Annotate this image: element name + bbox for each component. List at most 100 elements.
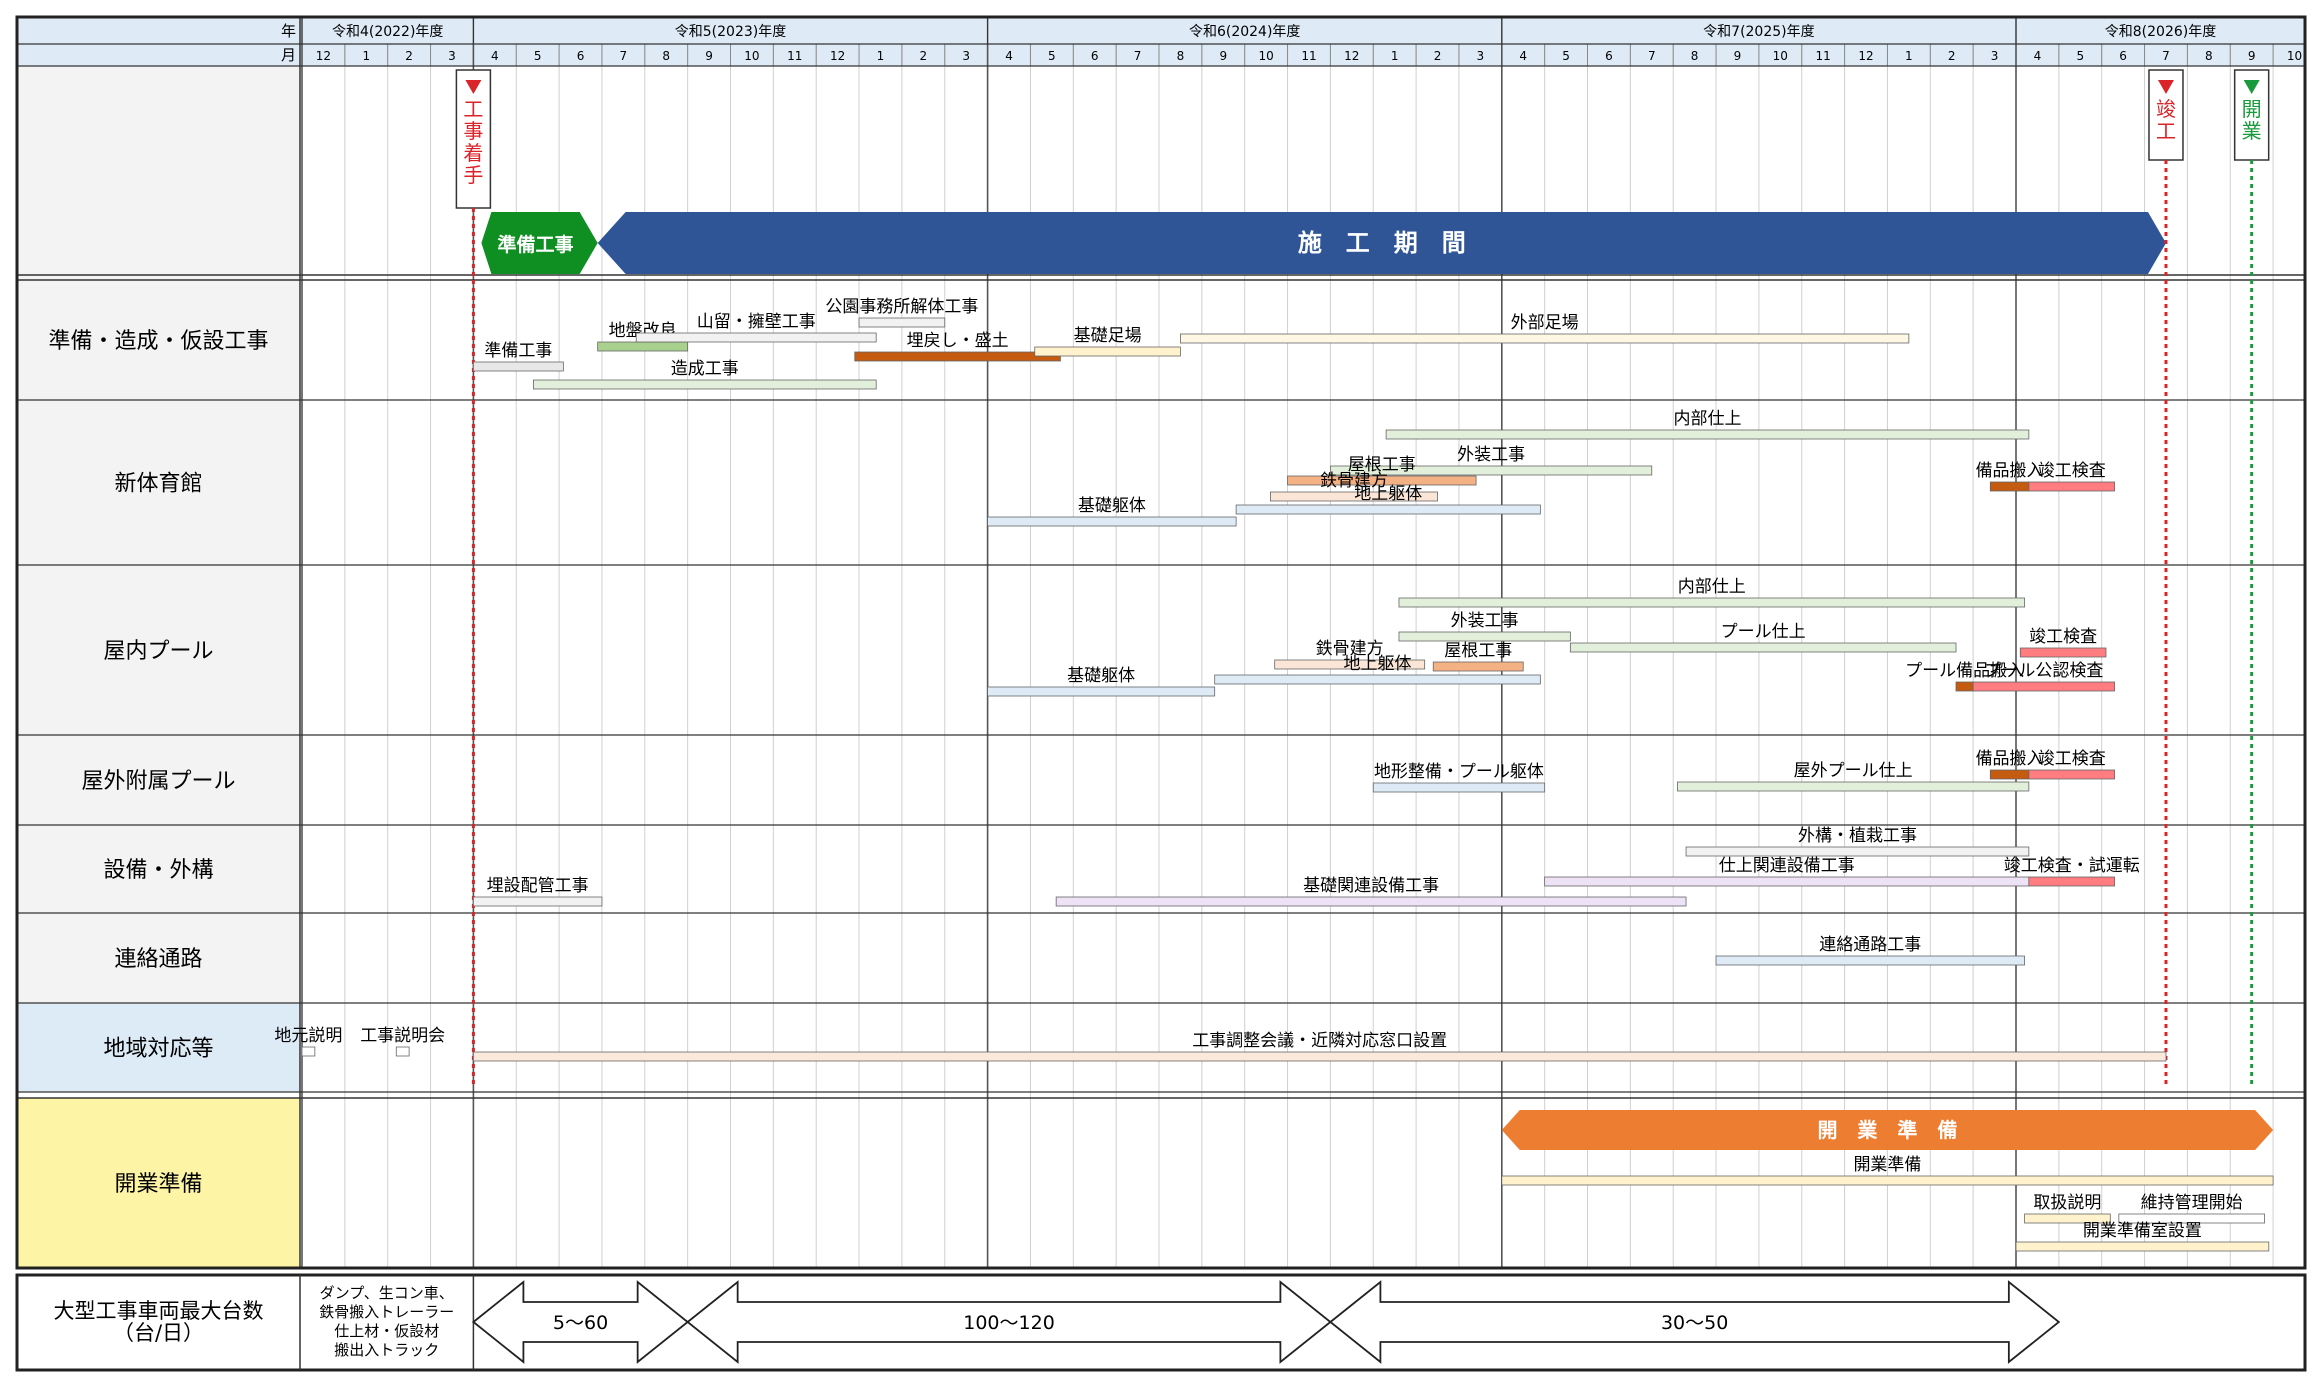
month-tick-label: 7 (1134, 49, 1142, 63)
task-bar (2028, 876, 2115, 887)
task-label: 地上躯体 (1354, 484, 1422, 504)
month-tick-label: 11 (1816, 49, 1831, 63)
month-tick-label: 11 (787, 49, 802, 63)
milestone-label-char: 竣 (2156, 97, 2176, 121)
month-tick-label: 11 (1301, 49, 1316, 63)
section-name: 地域対応等 (103, 1037, 213, 1062)
month-tick-label: 6 (577, 49, 585, 63)
month-tick-label: 6 (2119, 49, 2127, 63)
month-tick-label: 7 (620, 49, 628, 63)
task-label: 公園事務所解体工事 (825, 297, 978, 317)
task-bar (1385, 429, 2030, 440)
month-tick-label: 4 (2034, 49, 2042, 63)
month-tick-label: 2 (1948, 49, 1956, 63)
fiscal-year-label: 令和7(2025)年度 (1703, 24, 1814, 40)
task-bar (597, 341, 689, 352)
task-bar (635, 332, 877, 343)
task-bar (1214, 674, 1541, 685)
task-bar (1180, 333, 1910, 344)
section-name: 屋内プール (103, 639, 213, 664)
task-bar (1569, 642, 1957, 653)
task-label: 地上躯体 (1344, 654, 1412, 674)
task-label: 埋設配管工事 (487, 876, 589, 896)
task-bar (1034, 346, 1181, 357)
month-tick-label: 6 (1605, 49, 1613, 63)
task-bar (472, 896, 603, 907)
milestone-label-bg (17, 66, 300, 280)
task-bar (1677, 781, 2030, 792)
month-tick-label: 5 (2076, 49, 2084, 63)
task-bar (532, 379, 877, 390)
month-tick-label: 4 (1519, 49, 1527, 63)
task-label: プール公認検査 (1984, 661, 2103, 681)
task-label: 備品搬入 (1976, 461, 2044, 481)
vehicle-desc: ダンプ、生コン車、 (320, 1284, 454, 1302)
task-label: 埋戻し・盛土 (907, 331, 1009, 351)
month-label: 月 (281, 46, 296, 64)
task-bar (987, 516, 1237, 527)
month-tick-label: 8 (662, 49, 670, 63)
task-bar (854, 351, 1061, 362)
milestone-label-char: 工 (463, 97, 483, 121)
section-name: 新体育館 (114, 472, 202, 497)
month-tick-label: 1 (362, 49, 370, 63)
task-label: 準備工事 (484, 341, 552, 361)
month-tick-label: 7 (2162, 49, 2170, 63)
task-label: プール仕上 (1721, 622, 1806, 642)
task-bar (1685, 846, 2030, 857)
month-tick-label: 12 (830, 49, 845, 63)
vehicle-range-label: 5～60 (553, 1312, 608, 1334)
month-tick-label: 10 (1773, 49, 1788, 63)
opening-section-name: 開業準備 (114, 1172, 202, 1197)
task-label: 竣工検査・試運転 (2004, 856, 2140, 876)
task-label: 山留・擁壁工事 (697, 312, 816, 332)
fiscal-year-label: 令和4(2022)年度 (332, 24, 443, 40)
month-tick-label: 5 (534, 49, 542, 63)
month-tick-label: 8 (1691, 49, 1699, 63)
section-name: 準備・造成・仮設工事 (48, 329, 268, 354)
task-label: 基礎足場 (1074, 326, 1142, 346)
vehicle-range-label: 30～50 (1661, 1312, 1728, 1334)
task-label: 造成工事 (671, 359, 739, 379)
task-label: 外構・植栽工事 (1798, 826, 1917, 846)
section-name: 屋外附属プール (81, 769, 235, 794)
milestone-label-char: 開 (2242, 97, 2262, 121)
fiscal-year-label: 令和6(2024)年度 (1189, 24, 1300, 40)
month-tick-label: 9 (1734, 49, 1742, 63)
vehicle-desc: 仕上材・仮設材 (334, 1322, 439, 1340)
milestone-label-char: 手 (463, 163, 483, 187)
task-label: 外装工事 (1451, 611, 1519, 631)
task-label: 基礎躯体 (1067, 666, 1135, 686)
month-tick-label: 5 (1562, 49, 1570, 63)
month-tick-label: 4 (1005, 49, 1013, 63)
fiscal-year-label: 令和5(2023)年度 (675, 24, 786, 40)
month-tick-label: 3 (448, 49, 456, 63)
task-label: 基礎躯体 (1078, 496, 1146, 516)
month-tick-label: 8 (1177, 49, 1185, 63)
month-tick-label: 9 (2248, 49, 2256, 63)
month-tick-label: 3 (1991, 49, 1999, 63)
month-header-bg (17, 44, 2305, 66)
month-tick-label: 2 (920, 49, 928, 63)
task-label: 工事説明会 (360, 1026, 445, 1046)
opening-task-bar (2015, 1241, 2270, 1252)
vehicle-desc: 鉄骨搬入トレーラー (319, 1303, 454, 1321)
month-tick-label: 10 (2287, 49, 2302, 63)
task-bar (472, 361, 564, 372)
month-tick-label: 3 (1477, 49, 1485, 63)
task-label: 地元説明 (274, 1026, 342, 1046)
task-label: 基礎関連設備工事 (1303, 876, 1439, 896)
month-tick-label: 1 (1391, 49, 1399, 63)
month-tick-label: 12 (316, 49, 331, 63)
task-bar (1972, 681, 2115, 692)
vehicle-label: （台/日） (113, 1321, 204, 1345)
opening-task-label: 維持管理開始 (2141, 1193, 2243, 1213)
month-tick-label: 10 (744, 49, 759, 63)
month-tick-label: 9 (1219, 49, 1227, 63)
task-label: 外装工事 (1457, 445, 1525, 465)
vehicle-range-label: 100～120 (963, 1312, 1055, 1334)
task-label: 竣工検査 (2029, 627, 2097, 647)
period-label: 施 工 期 間 (1298, 229, 1466, 257)
milestone-label-char: 事 (463, 119, 483, 143)
month-tick-label: 2 (405, 49, 413, 63)
